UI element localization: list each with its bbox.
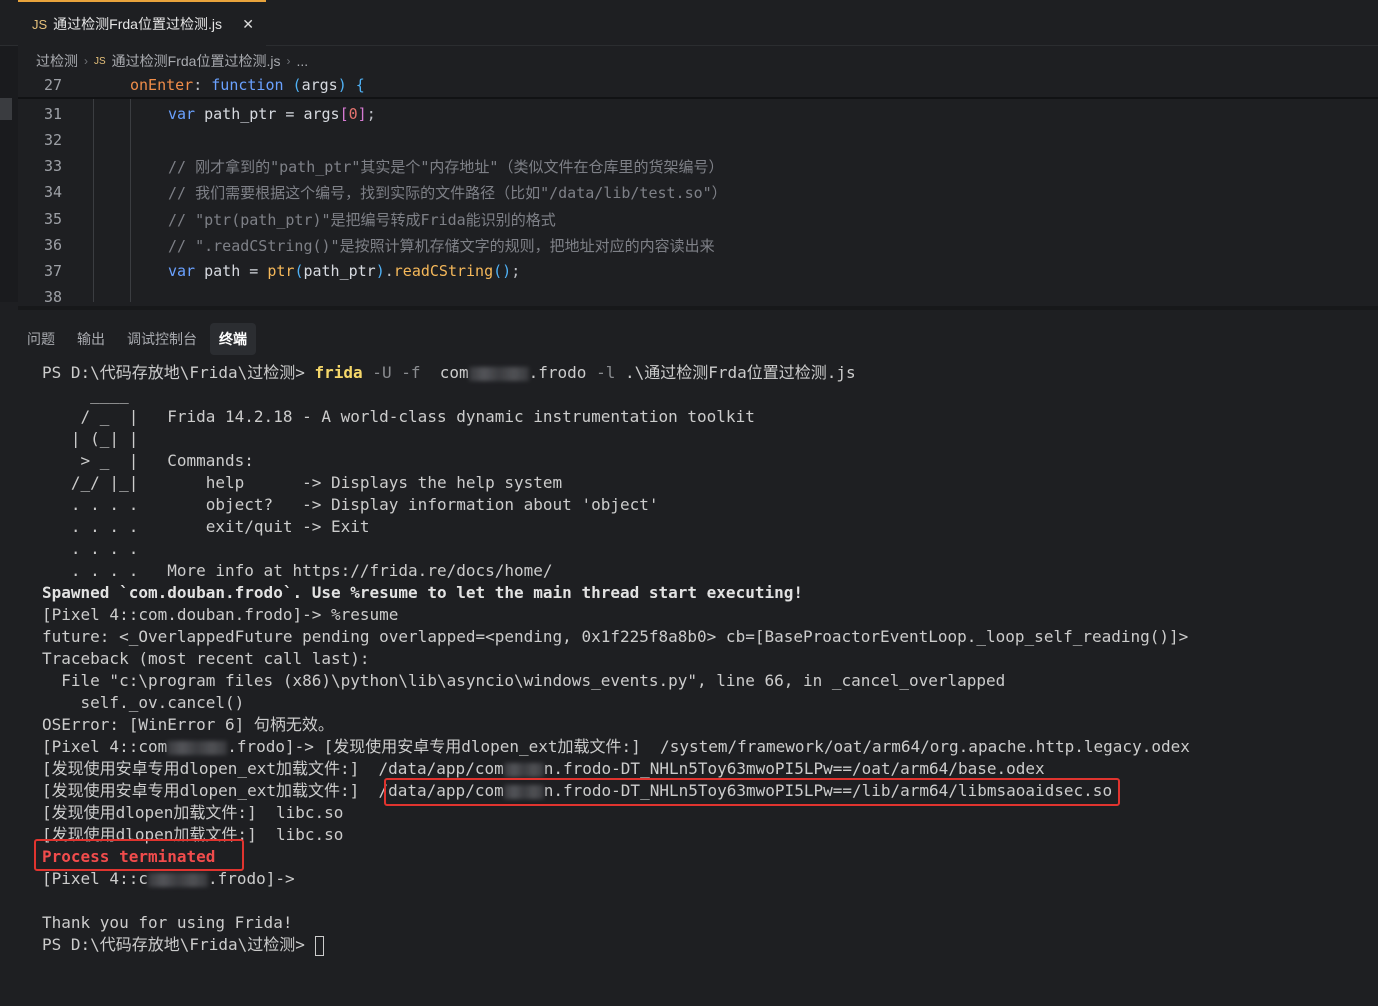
terminal-line: Traceback (most recent call last):	[42, 649, 370, 668]
code-line: 35 // "ptr(path_ptr)"是把编号转成Frida能识别的格式	[18, 206, 1378, 232]
line-number: 32	[43, 131, 62, 149]
breadcrumb-file[interactable]: 通过检测Frda位置过检测.js	[112, 51, 281, 71]
terminal-line: PS D:\代码存放地\Frida\过检测> frida -U -f com .f…	[42, 363, 856, 382]
terminal-line: . . . . object? -> Display information a…	[42, 495, 659, 514]
bottom-panel: 问题 输出 调试控制台 终端 PS D:\代码存放地\Frida\过检测> fr…	[18, 306, 1378, 1006]
terminal-line: [Pixel 4::com.douban.frodo]-> %resume	[42, 605, 399, 624]
breadcrumb-more[interactable]: ...	[296, 53, 308, 69]
code-line: 37 var path = ptr(path_ptr).readCString(…	[18, 258, 1378, 284]
tab-debug-console[interactable]: 调试控制台	[118, 323, 206, 355]
code-line: 32	[18, 127, 1378, 153]
highlight-box-libmsaoaidsec	[384, 778, 1120, 806]
tab-terminal[interactable]: 终端	[210, 323, 256, 355]
tab-active-file[interactable]: JS 通过检测Frda位置过检测.js ✕	[18, 0, 266, 46]
chevron-right-icon: ›	[84, 54, 88, 68]
close-icon[interactable]: ✕	[242, 16, 254, 33]
terminal-cursor	[314, 935, 324, 956]
terminal-line: . . . . More info at https://frida.re/do…	[42, 561, 553, 580]
code-line: 33 // 刚才拿到的"path_ptr"其实是个"内存地址"（类似文件在仓库里…	[18, 153, 1378, 179]
terminal-line: [发现使用安卓专用dlopen_ext加载文件:] /data/app/com n…	[42, 759, 1045, 778]
tab-problems[interactable]: 问题	[18, 323, 64, 355]
breadcrumb-folder[interactable]: 过检测	[36, 51, 78, 71]
terminal-line: [发现使用dlopen加载文件:] libc.so	[42, 803, 344, 822]
line-number: 37	[43, 262, 62, 280]
chevron-right-icon: ›	[286, 54, 291, 68]
code-line: 27 onEnter: function (args) {	[18, 72, 1378, 98]
terminal-line: [Pixel 4::com .frodo]-> [发现使用安卓专用dlopen_e…	[42, 737, 1190, 756]
code-line: 34 // 我们需要根据这个编号，找到实际的文件路径（比如"/data/lib/…	[18, 179, 1378, 205]
tab-title: 通过检测Frda位置过检测.js	[53, 16, 222, 32]
redacted-text	[503, 762, 544, 777]
terminal-line: > _ | Commands:	[42, 451, 254, 470]
code-comment: // "ptr(path_ptr)"是把编号转成Frida能识别的格式	[168, 210, 556, 229]
code-line: 31 var path_ptr = args[0];	[18, 101, 1378, 127]
terminal-line: . . . . exit/quit -> Exit	[42, 517, 370, 536]
redacted-text	[468, 366, 529, 381]
scroll-marker	[0, 98, 12, 120]
line-number: 27	[43, 76, 62, 94]
terminal-line: OSError: [WinError 6] 句柄无效。	[42, 715, 334, 734]
activity-strip	[0, 46, 18, 302]
line-number: 35	[43, 210, 62, 228]
panel-tabs: 问题 输出 调试控制台 终端	[18, 322, 256, 356]
code-comment: // ".readCString()"是按照计算机存储文字的规则，把地址对应的内…	[168, 236, 715, 255]
terminal-line: | (_| |	[42, 429, 139, 448]
javascript-file-icon: JS	[32, 16, 48, 32]
javascript-file-icon: JS	[94, 55, 106, 67]
code-editor[interactable]: 27 onEnter: function (args) { 31 var pat…	[18, 72, 1378, 306]
terminal-line: . . . .	[42, 539, 139, 558]
line-number: 31	[43, 105, 62, 123]
code-comment: // 刚才拿到的"path_ptr"其实是个"内存地址"（类似文件在仓库里的货架…	[168, 157, 724, 176]
terminal-line: future: <_OverlappedFuture pending overl…	[42, 627, 1189, 646]
editor-tab-bar: JS 通过检测Frda位置过检测.js ✕	[0, 0, 1378, 46]
redacted-text	[147, 872, 208, 887]
line-content: var path = ptr(path_ptr).readCString();	[168, 262, 521, 280]
terminal-line: File "c:\program files (x86)\python\lib\…	[42, 671, 1006, 690]
terminal-line: self._ov.cancel()	[42, 693, 245, 712]
terminal-line: / _ | Frida 14.2.18 - A world-class dyna…	[42, 407, 755, 426]
highlight-box-process-terminated	[34, 839, 244, 871]
code-comment: // 我们需要根据这个编号，找到实际的文件路径（比如"/data/lib/tes…	[168, 183, 727, 202]
terminal-line: Spawned `com.douban.frodo`. Use %resume …	[42, 583, 803, 602]
line-number: 36	[43, 236, 62, 254]
redacted-text	[167, 740, 228, 755]
terminal-prompt[interactable]: PS D:\代码存放地\Frida\过检测>	[42, 934, 324, 956]
terminal-line: /_/ |_| help -> Displays the help system	[42, 473, 563, 492]
breadcrumb: 过检测 › JS 通过检测Frda位置过检测.js › ...	[36, 50, 308, 72]
code-line: 36 // ".readCString()"是按照计算机存储文字的规则，把地址对…	[18, 232, 1378, 258]
line-number: 33	[43, 157, 62, 175]
terminal-line: Thank you for using Frida!	[42, 913, 293, 932]
tab-output[interactable]: 输出	[68, 323, 114, 355]
line-content: var path_ptr = args[0];	[168, 105, 376, 123]
terminal-line: [Pixel 4::c .frodo]->	[42, 869, 295, 888]
line-content: onEnter: function (args) {	[130, 76, 365, 94]
terminal-line: ____	[42, 385, 129, 404]
line-number: 34	[43, 183, 62, 201]
sticky-scroll-divider	[18, 97, 1378, 99]
line-number: 38	[43, 288, 62, 306]
